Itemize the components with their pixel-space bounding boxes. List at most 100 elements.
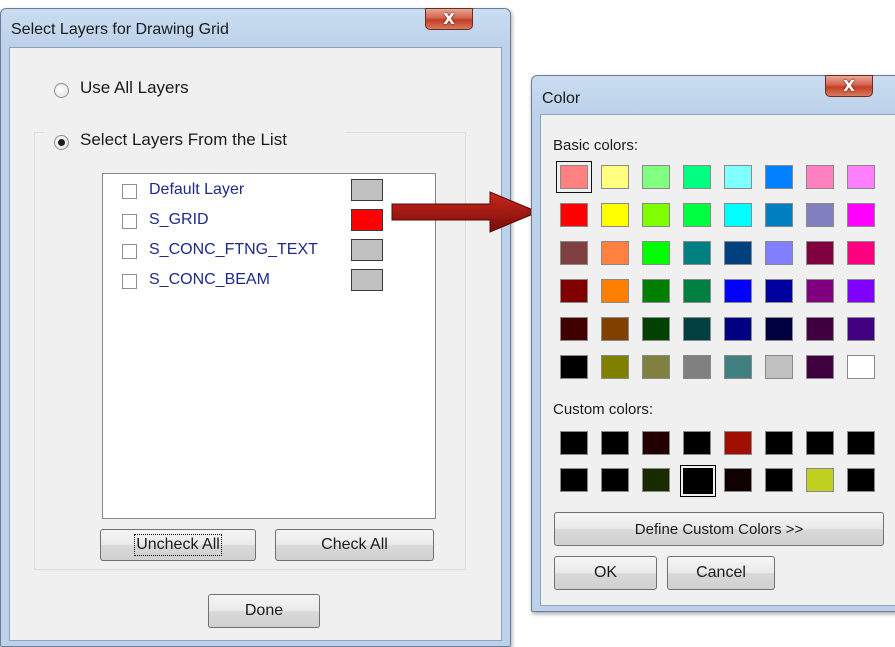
color-swatch[interactable] (601, 468, 629, 492)
color-swatch[interactable] (601, 317, 629, 341)
layer-checkbox[interactable] (122, 184, 137, 199)
color-swatch[interactable] (601, 165, 629, 189)
use-all-layers-label[interactable]: Use All Layers (80, 78, 189, 98)
color-swatch[interactable] (806, 317, 834, 341)
color-swatch[interactable] (806, 165, 834, 189)
color-swatch[interactable] (765, 355, 793, 379)
color-swatch[interactable] (560, 468, 588, 492)
color-swatch[interactable] (683, 355, 711, 379)
uncheck-all-label: Uncheck All (134, 534, 222, 556)
color-swatch[interactable] (765, 165, 793, 189)
color-swatch[interactable] (847, 241, 875, 265)
cancel-label: Cancel (696, 564, 746, 581)
color-swatch[interactable] (601, 279, 629, 303)
color-swatch[interactable] (642, 431, 670, 455)
close-icon: X (843, 76, 855, 95)
color-swatch[interactable] (724, 431, 752, 455)
group-frame-bottom (34, 569, 466, 570)
layer-name[interactable]: S_CONC_BEAM (149, 271, 270, 289)
color-swatch[interactable] (765, 431, 793, 455)
color-swatch[interactable] (560, 279, 588, 303)
layer-color-swatch[interactable] (351, 209, 383, 231)
color-swatch[interactable] (765, 279, 793, 303)
color-swatch[interactable] (642, 279, 670, 303)
color-swatch[interactable] (683, 431, 711, 455)
color-swatch[interactable] (683, 241, 711, 265)
layer-color-swatch[interactable] (351, 179, 383, 201)
color-swatch[interactable] (847, 468, 875, 492)
color-swatch[interactable] (683, 203, 711, 227)
color-swatch[interactable] (560, 203, 588, 227)
layer-name[interactable]: S_CONC_FTNG_TEXT (149, 241, 345, 259)
color-swatch[interactable] (642, 241, 670, 265)
color-swatch[interactable] (765, 317, 793, 341)
color-swatch[interactable] (806, 431, 834, 455)
color-swatch[interactable] (683, 468, 713, 494)
color-swatch[interactable] (724, 203, 752, 227)
color-swatch[interactable] (847, 355, 875, 379)
close-button[interactable]: X (825, 75, 873, 97)
cancel-button[interactable]: Cancel (667, 556, 775, 590)
color-swatch[interactable] (765, 203, 793, 227)
select-from-list-label[interactable]: Select Layers From the List (80, 130, 291, 150)
check-all-label: Check All (321, 536, 388, 553)
color-swatch[interactable] (765, 241, 793, 265)
color-swatch[interactable] (806, 279, 834, 303)
layer-name[interactable]: S_GRID (149, 211, 209, 229)
close-button[interactable]: X (425, 8, 473, 30)
color-swatch[interactable] (724, 317, 752, 341)
color-swatch[interactable] (560, 165, 588, 189)
color-swatch[interactable] (847, 431, 875, 455)
check-all-button[interactable]: Check All (275, 529, 434, 561)
layer-color-swatch[interactable] (351, 239, 383, 261)
color-swatch[interactable] (601, 241, 629, 265)
basic-colors-label: Basic colors: (553, 137, 639, 154)
color-swatch[interactable] (683, 165, 711, 189)
color-swatch[interactable] (847, 165, 875, 189)
use-all-layers-radio[interactable] (54, 83, 69, 98)
ok-button[interactable]: OK (554, 556, 657, 590)
color-swatch[interactable] (847, 279, 875, 303)
color-swatch[interactable] (642, 355, 670, 379)
layer-color-swatch[interactable] (351, 269, 383, 291)
color-swatch[interactable] (847, 203, 875, 227)
layer-list[interactable]: Default Layer S_GRID S_CONC_FTNG_TEXT S_… (102, 173, 436, 519)
color-swatch[interactable] (806, 468, 834, 492)
layer-checkbox[interactable] (122, 214, 137, 229)
color-swatch[interactable] (642, 468, 670, 492)
define-custom-colors-button[interactable]: Define Custom Colors >> (554, 512, 884, 546)
color-swatch[interactable] (560, 241, 588, 265)
color-dialog: Color X Basic colors: Custom colors: Def… (531, 75, 895, 612)
color-swatch[interactable] (642, 317, 670, 341)
color-swatch[interactable] (765, 468, 793, 492)
uncheck-all-button[interactable]: Uncheck All (100, 529, 256, 561)
color-swatch[interactable] (601, 203, 629, 227)
dialog-body: Use All Layers Select Layers From the Li… (9, 47, 502, 641)
color-swatch[interactable] (642, 165, 670, 189)
color-swatch[interactable] (724, 279, 752, 303)
select-from-list-radio[interactable] (54, 135, 69, 150)
color-swatch[interactable] (683, 317, 711, 341)
color-swatch[interactable] (560, 431, 588, 455)
color-swatch[interactable] (806, 203, 834, 227)
color-swatch[interactable] (683, 279, 711, 303)
color-swatch[interactable] (724, 241, 752, 265)
color-swatch[interactable] (601, 355, 629, 379)
layer-checkbox[interactable] (122, 244, 137, 259)
done-label: Done (244, 602, 284, 619)
color-swatch[interactable] (724, 468, 752, 492)
define-custom-colors-label: Define Custom Colors >> (634, 520, 804, 538)
color-swatch[interactable] (560, 317, 588, 341)
color-swatch[interactable] (601, 431, 629, 455)
color-swatch[interactable] (847, 317, 875, 341)
color-swatch[interactable] (642, 203, 670, 227)
color-swatch[interactable] (806, 355, 834, 379)
ok-label: OK (593, 564, 618, 581)
layer-checkbox[interactable] (122, 274, 137, 289)
done-button[interactable]: Done (208, 594, 320, 628)
layer-name[interactable]: Default Layer (149, 181, 244, 199)
color-swatch[interactable] (724, 165, 752, 189)
color-swatch[interactable] (806, 241, 834, 265)
color-swatch[interactable] (560, 355, 588, 379)
color-swatch[interactable] (724, 355, 752, 379)
